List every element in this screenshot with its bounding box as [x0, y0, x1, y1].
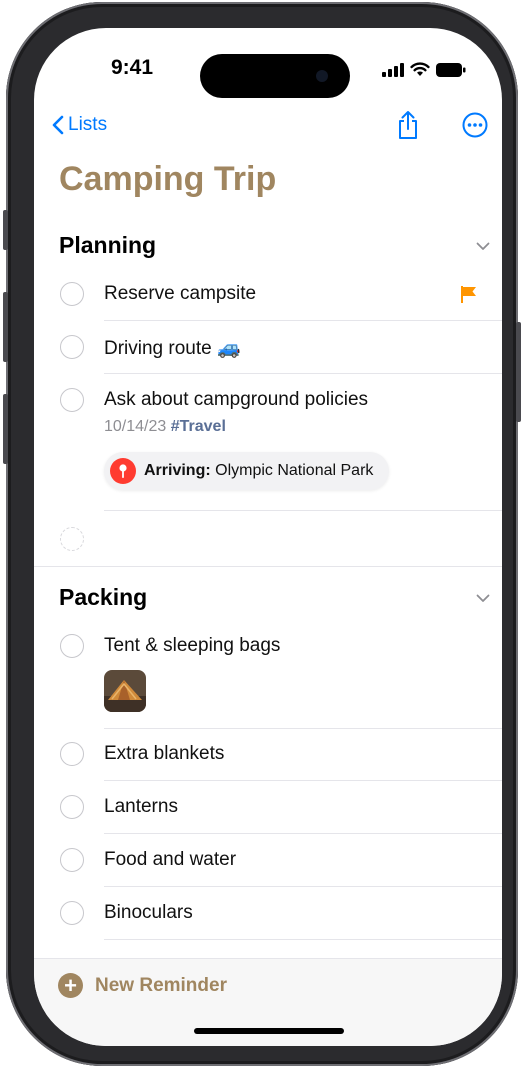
row-divider	[104, 728, 502, 729]
reminder-label[interactable]: Lanterns	[104, 796, 178, 818]
volume-down-button	[3, 394, 8, 464]
completion-circle[interactable]	[60, 742, 84, 766]
row-divider	[104, 510, 502, 511]
back-button[interactable]: Lists	[52, 114, 107, 136]
completion-circle[interactable]	[60, 901, 84, 925]
section-title-packing[interactable]: Packing	[59, 584, 147, 611]
status-time: 9:41	[111, 56, 154, 79]
reminder-label[interactable]: Tent & sleeping bags	[104, 635, 280, 657]
completion-circle[interactable]	[60, 795, 84, 819]
section-divider	[34, 566, 502, 567]
location-prefix: Arriving:	[144, 462, 211, 479]
share-button[interactable]	[396, 110, 420, 145]
home-indicator[interactable]	[194, 1028, 344, 1034]
reminder-label[interactable]: Binoculars	[104, 902, 193, 924]
share-icon	[399, 111, 417, 139]
action-button	[3, 210, 8, 250]
flag-icon	[461, 286, 476, 303]
status-icons	[382, 62, 466, 77]
chevron-down-icon[interactable]	[476, 242, 490, 251]
location-name: Olympic National Park	[215, 462, 374, 479]
dynamic-island	[200, 54, 350, 98]
reminder-label[interactable]: Food and water	[104, 849, 236, 871]
reminder-label-text: Driving route	[104, 338, 212, 359]
row-divider	[104, 373, 502, 374]
camera-icon	[316, 70, 328, 82]
ellipsis-circle-icon	[462, 112, 488, 138]
new-reminder-button[interactable]: + New Reminder	[58, 973, 227, 998]
reminder-label[interactable]: Reserve campsite	[104, 283, 256, 305]
battery-icon	[436, 62, 466, 77]
plus-circle-icon: +	[58, 973, 83, 998]
chevron-down-icon[interactable]	[476, 594, 490, 603]
location-chip[interactable]: Arriving: Olympic National Park	[104, 452, 390, 490]
map-pin-icon	[110, 458, 136, 484]
side-power-button	[516, 322, 521, 422]
reminder-label[interactable]: Driving route 🚙	[104, 336, 241, 360]
completion-circle[interactable]	[60, 388, 84, 412]
row-divider	[104, 780, 502, 781]
completion-circle[interactable]	[60, 282, 84, 306]
volume-up-button	[3, 292, 8, 362]
row-divider	[104, 320, 502, 321]
phone-frame: 9:41 Lists Camping Trip Planning Reserve…	[3, 2, 521, 1066]
more-button[interactable]	[462, 112, 488, 143]
car-emoji: 🚙	[217, 338, 241, 359]
cellular-signal-icon	[382, 62, 404, 77]
new-reminder-label: New Reminder	[95, 974, 227, 996]
completion-circle[interactable]	[60, 634, 84, 658]
row-divider	[104, 833, 502, 834]
reminder-date: 10/14/23	[104, 418, 167, 435]
reminder-details: 10/14/23 #Travel	[104, 418, 226, 436]
completion-circle-placeholder[interactable]	[60, 527, 84, 551]
screen: 9:41 Lists Camping Trip Planning Reserve…	[34, 28, 502, 1046]
chevron-left-icon	[52, 115, 64, 135]
section-title-planning[interactable]: Planning	[59, 232, 156, 259]
list-title: Camping Trip	[59, 160, 277, 198]
reminder-label[interactable]: Ask about campground policies	[104, 389, 368, 411]
back-label: Lists	[68, 114, 108, 135]
reminder-tag[interactable]: #Travel	[171, 418, 226, 435]
row-divider	[104, 939, 502, 940]
tent-photo-thumbnail[interactable]	[104, 670, 146, 712]
completion-circle[interactable]	[60, 848, 84, 872]
completion-circle[interactable]	[60, 335, 84, 359]
row-divider	[104, 886, 502, 887]
reminder-label[interactable]: Extra blankets	[104, 743, 224, 765]
wifi-icon	[410, 62, 430, 76]
